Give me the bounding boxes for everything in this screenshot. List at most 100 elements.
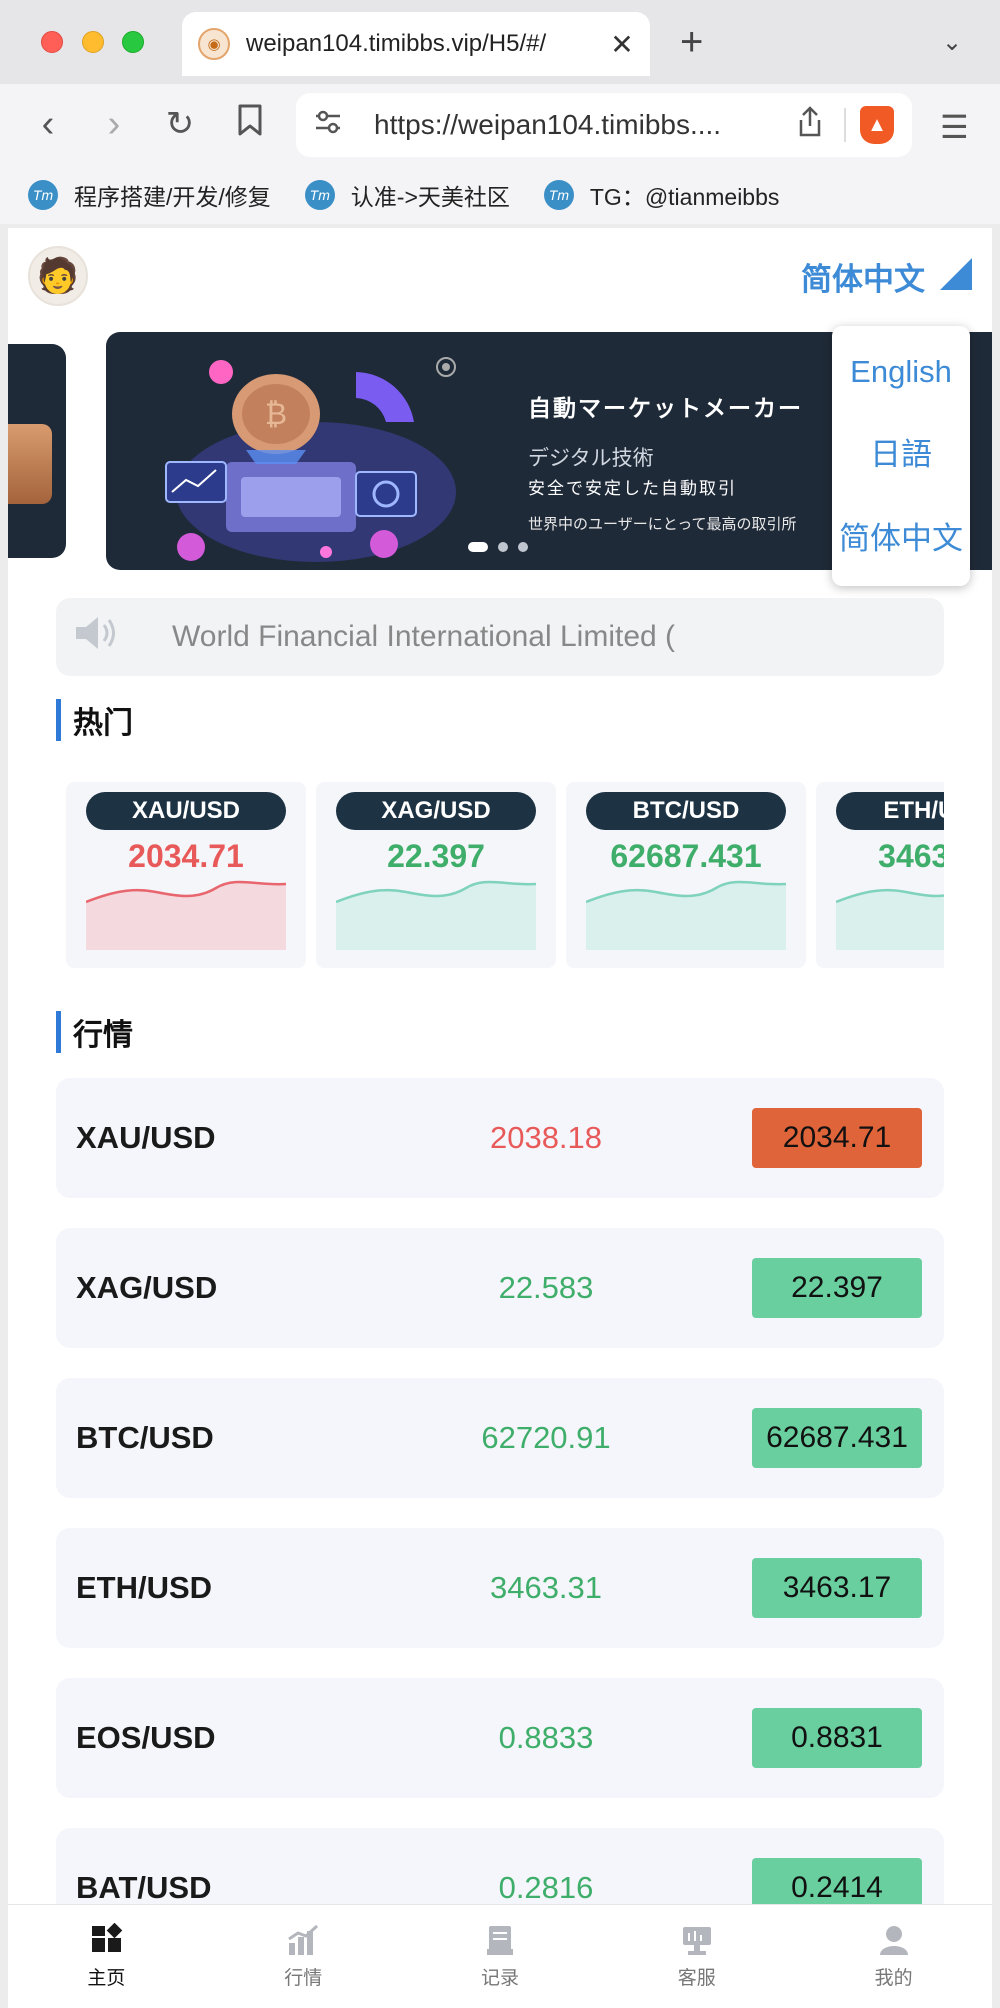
bookmarks-bar: Tm 程序搭建/开发/修复 Tm 认准->天美社区 Tm TG：@tianmei… xyxy=(0,166,1000,224)
carousel-indicators xyxy=(468,542,528,552)
banner-line2: 世界中のユーザーにとって最高の取引所 xyxy=(528,516,797,533)
tab-label: 主页 xyxy=(87,1968,126,1989)
site-settings-icon[interactable] xyxy=(314,109,344,142)
market-row-symbol: BAT/USD xyxy=(76,1870,212,1905)
market-row-symbol: XAG/USD xyxy=(76,1270,218,1305)
tab-market[interactable]: 行情 xyxy=(205,1905,402,2008)
language-caret-icon[interactable] xyxy=(940,258,972,290)
market-row[interactable]: XAG/USD 22.583 22.397 xyxy=(56,1228,944,1348)
browser-tab-active[interactable]: ◉ weipan104.timibbs.vip/H5/#/ ✕ xyxy=(182,12,650,76)
bookmark-favicon-icon: Tm xyxy=(28,180,58,210)
tab-label: 我的 xyxy=(874,1968,913,1989)
language-selector[interactable]: 简体中文 xyxy=(801,254,925,299)
speaker-icon xyxy=(72,613,122,662)
share-icon[interactable] xyxy=(790,105,830,145)
section-accent-bar xyxy=(56,699,61,741)
brave-shields-icon[interactable]: ▲ xyxy=(860,106,894,144)
hot-card-price: 3463.17 xyxy=(878,838,944,874)
hot-carousel[interactable]: XAU/USD 2034.71 XAG/USD 22.397 BTC/USD 62687.… xyxy=(66,782,944,972)
tab-profile[interactable]: 我的 xyxy=(795,1905,992,2008)
market-row-symbol: EOS/USD xyxy=(76,1720,216,1755)
reload-icon[interactable]: ↻ xyxy=(160,104,200,144)
url-divider xyxy=(844,108,846,142)
hot-card[interactable]: XAG/USD 22.397 xyxy=(316,782,556,968)
market-row[interactable]: EOS/USD 0.8833 0.8831 xyxy=(56,1678,944,1798)
market-row-open: 0.2816 xyxy=(498,1870,594,1905)
language-option-japanese[interactable]: 日語 xyxy=(870,429,932,474)
close-tab-icon[interactable]: ✕ xyxy=(610,28,634,61)
section-accent-bar xyxy=(56,1011,61,1053)
forward-arrow-icon[interactable]: › xyxy=(94,104,134,144)
hot-card-price: 2034.71 xyxy=(128,838,244,874)
hot-card[interactable]: BTC/USD 62687.431 xyxy=(566,782,806,968)
market-row[interactable]: BTC/USD 62720.91 62687.431 xyxy=(56,1378,944,1498)
hot-card-price: 22.397 xyxy=(387,838,485,874)
tab-records[interactable]: 记录 xyxy=(402,1905,599,2008)
page-viewport: 🧑 简体中文 ₿ 自動マーケットメーカー デジタル技術 安全で安定した自動取引 xyxy=(8,228,992,2008)
crypto-machine-illustration-icon: ₿ xyxy=(165,357,456,562)
market-row-symbol: ETH/USD xyxy=(76,1570,213,1605)
bookmark-label: TG：@tianmeibbs xyxy=(589,184,780,210)
hot-card-symbol: ETH/USD xyxy=(836,792,944,830)
hamburger-menu-icon[interactable]: ☰ xyxy=(940,108,969,146)
banner-line1: 安全で安定した自動取引 xyxy=(528,479,737,498)
new-tab-plus-icon[interactable]: + xyxy=(680,20,703,65)
bookmark-icon[interactable] xyxy=(230,104,270,144)
sparkline-chart-icon xyxy=(336,880,536,950)
market-row[interactable]: XAU/USD 2038.18 2034.71 xyxy=(56,1078,944,1198)
banner-previous-slide[interactable] xyxy=(8,344,66,558)
market-row-price: 3463.17 xyxy=(752,1558,922,1618)
notice-marquee[interactable]: World Financial International Limited ( xyxy=(56,598,944,676)
hot-card[interactable]: XAU/USD 2034.71 xyxy=(66,782,306,968)
market-row-open: 62720.91 xyxy=(481,1420,611,1455)
market-row-symbol: BTC/USD xyxy=(76,1420,214,1455)
sparkline-chart-icon xyxy=(836,888,944,950)
market-row-open: 2038.18 xyxy=(489,1120,603,1155)
market-row[interactable]: ETH/USD 3463.31 3463.17 xyxy=(56,1528,944,1648)
tab-service[interactable]: 客服 xyxy=(598,1905,795,2008)
tab-list-chevron-icon[interactable]: ⌄ xyxy=(942,28,962,57)
market-row-open: 3463.31 xyxy=(489,1570,603,1605)
carousel-dot[interactable] xyxy=(498,542,508,552)
market-row-price: 22.397 xyxy=(752,1258,922,1318)
market-row-price: 62687.431 xyxy=(752,1408,922,1468)
tab-label: 记录 xyxy=(480,1968,519,1989)
user-icon xyxy=(879,1926,908,1955)
bookmark-favicon-icon: Tm xyxy=(543,180,574,210)
banner-title: 自動マーケットメーカー xyxy=(528,395,803,421)
record-icon xyxy=(486,1926,513,1955)
tab-home[interactable]: 主页 xyxy=(8,1905,205,2008)
sparkline-chart-icon xyxy=(586,880,786,950)
hot-card-symbol: BTC/USD xyxy=(586,792,786,830)
bookmark-item[interactable]: Tm TG：@tianmeibbs xyxy=(543,178,780,212)
market-row-symbol: XAU/USD xyxy=(76,1120,216,1155)
language-option-english[interactable]: English xyxy=(850,354,952,390)
banner-subtitle: デジタル技術 xyxy=(528,447,654,470)
market-title-text: 行情 xyxy=(73,1019,133,1052)
market-row-price: 2034.71 xyxy=(752,1108,922,1168)
hot-card[interactable]: ETH/USD 3463.17 xyxy=(816,782,944,968)
sparkline-chart-icon xyxy=(86,880,286,950)
url-text[interactable]: https://weipan104.timibbs.... xyxy=(374,109,782,141)
language-dropdown-menu: English 日語 简体中文 xyxy=(832,326,970,586)
close-window-button[interactable] xyxy=(41,31,63,53)
maximize-window-button[interactable] xyxy=(122,31,144,53)
service-icon xyxy=(682,1927,711,1955)
hot-section-title: 热门 xyxy=(56,698,133,742)
minimize-window-button[interactable] xyxy=(82,31,104,53)
hot-card-symbol: XAG/USD xyxy=(336,792,536,830)
chart-icon xyxy=(288,1924,319,1955)
carousel-dot[interactable] xyxy=(518,542,528,552)
svg-text:₿: ₿ xyxy=(265,397,287,432)
back-arrow-icon[interactable]: ‹ xyxy=(28,104,68,144)
market-section-title: 行情 xyxy=(56,1010,133,1054)
address-bar[interactable]: https://weipan104.timibbs.... ▲ xyxy=(296,93,912,157)
carousel-dot[interactable] xyxy=(468,542,488,552)
site-favicon-icon: ◉ xyxy=(198,28,230,60)
bookmark-item[interactable]: Tm 认准->天美社区 xyxy=(304,178,510,212)
home-icon xyxy=(92,1923,123,1952)
browser-tab-strip: ◉ weipan104.timibbs.vip/H5/#/ ✕ + ⌄ xyxy=(0,0,1000,84)
avatar[interactable]: 🧑 xyxy=(28,246,88,306)
bookmark-item[interactable]: Tm 程序搭建/开发/修复 xyxy=(28,178,271,212)
language-option-chinese[interactable]: 简体中文 xyxy=(839,513,963,558)
